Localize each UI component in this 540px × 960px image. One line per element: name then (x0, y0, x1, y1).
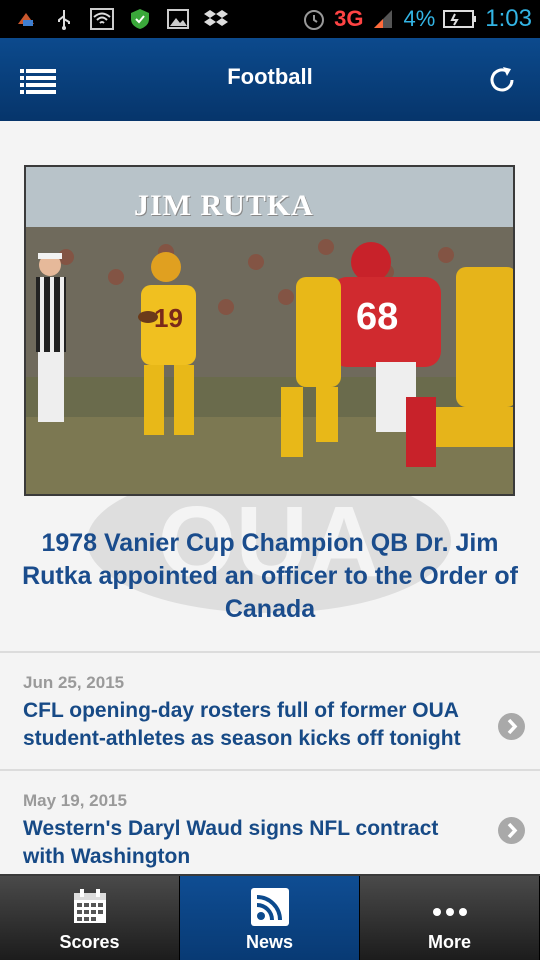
wifi-icon (90, 7, 114, 31)
more-dots-icon (432, 908, 467, 916)
news-title: Western's Daryl Waud signs NFL contract … (23, 817, 439, 868)
tab-news-label: News (245, 932, 294, 952)
dropbox-icon (204, 7, 228, 31)
shield-icon (128, 7, 152, 31)
photo-caption: JIM RUTKA (134, 189, 314, 222)
news-list-item[interactable]: May 19, 2015 Western's Daryl Waud signs … (0, 771, 540, 874)
bottom-tab-bar: Scores News More (0, 874, 540, 960)
chevron-right-icon[interactable] (498, 713, 525, 740)
refresh-icon[interactable] (486, 64, 518, 96)
battery-percent: 4% (403, 6, 436, 31)
network-type: 3G (334, 6, 364, 31)
sync-notification-icon (14, 7, 38, 31)
featured-story[interactable]: OUA 19 68 JIM RUTKA 1978 Vanier Cup Cham… (0, 121, 540, 653)
featured-headline[interactable]: 1978 Vanier Cup Champion QB Dr. Jim Rutk… (14, 527, 526, 626)
action-bar: Football (0, 38, 540, 121)
svg-text:68: 68 (356, 296, 398, 338)
tab-scores[interactable]: Scores (0, 876, 180, 960)
svg-text:19: 19 (154, 303, 183, 333)
news-title: CFL opening-day rosters full of former O… (23, 699, 461, 750)
tab-more[interactable]: More (360, 876, 540, 960)
news-date: May 19, 2015 (23, 791, 127, 810)
chevron-right-icon[interactable] (498, 817, 525, 844)
news-list-item[interactable]: Jun 25, 2015 CFL opening-day rosters ful… (0, 653, 540, 771)
clock: 1:03 (485, 5, 532, 32)
news-list: OUA 19 68 JIM RUTKA 1978 Vanier Cup Cham… (0, 121, 540, 874)
status-bar: 3G 4% 1:03 (0, 0, 540, 38)
rss-icon (250, 888, 289, 926)
image-icon (166, 7, 190, 31)
tab-scores-label: Scores (59, 932, 120, 952)
page-title: Football (227, 64, 313, 89)
tab-news[interactable]: News (180, 876, 360, 960)
alarm-icon (302, 7, 326, 31)
tab-more-label: More (427, 932, 471, 952)
battery-icon (443, 7, 477, 31)
featured-photo: 19 68 JIM RUTKA (24, 165, 515, 496)
calendar-icon (73, 889, 106, 923)
news-date: Jun 25, 2015 (23, 673, 125, 692)
usb-icon (52, 7, 76, 31)
signal-icon (371, 7, 395, 31)
